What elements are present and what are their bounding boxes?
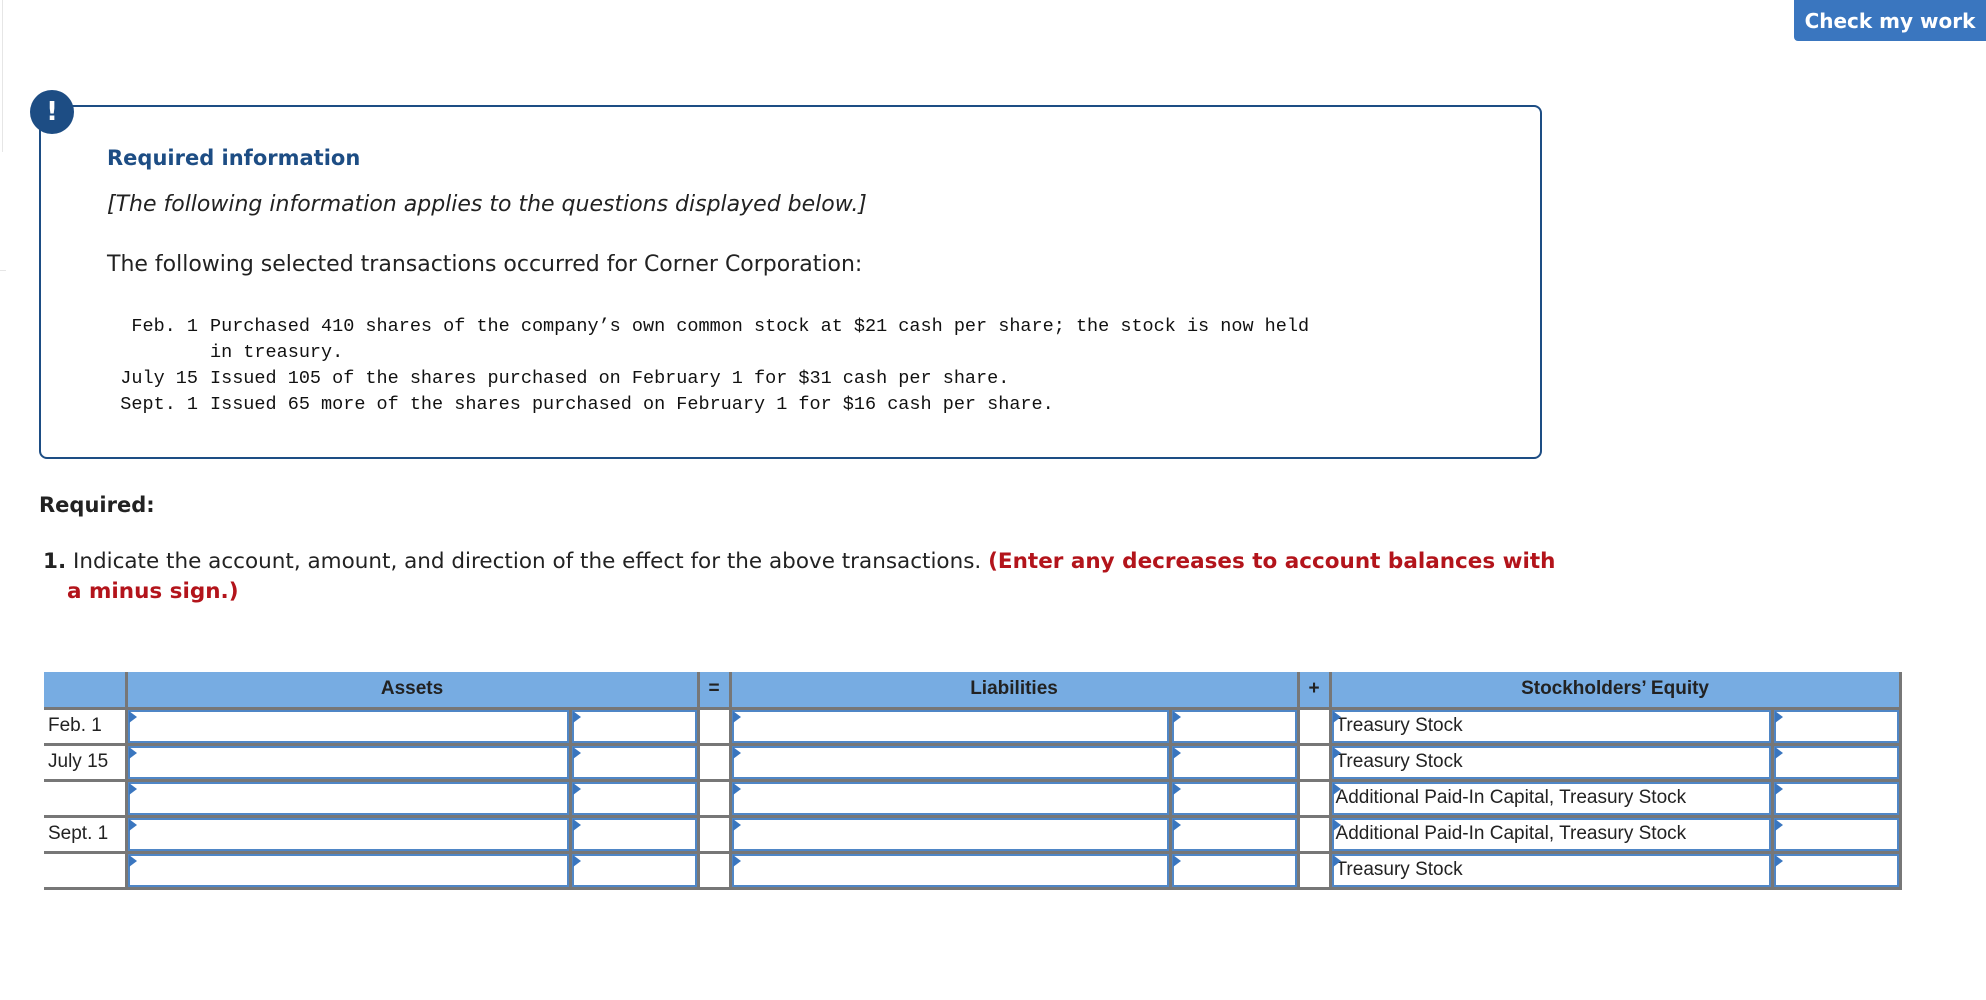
- equity-account-select[interactable]: Additional Paid-In Capital, Treasury Sto…: [1331, 781, 1771, 815]
- transaction-description: Issued 105 of the shares purchased on Fe…: [210, 368, 1010, 389]
- row-date: [44, 780, 126, 818]
- equity-account-select[interactable]: Treasury Stock: [1331, 853, 1771, 887]
- equity-account-select[interactable]: Treasury Stock: [1331, 745, 1771, 779]
- table-header-row: Assets = Liabilities + Stockholders’ Equ…: [44, 672, 1902, 710]
- required-heading: Required:: [39, 493, 155, 517]
- liability-amount-input[interactable]: [1171, 853, 1297, 887]
- asset-amount-input[interactable]: [571, 853, 697, 887]
- transaction-row: Sept. 1 Issued 65 more of the shares pur…: [108, 392, 1309, 418]
- equals-spacer: [696, 852, 731, 890]
- transaction-description: Purchased 410 shares of the company’s ow…: [210, 316, 1310, 337]
- equity-amount-input[interactable]: [1773, 709, 1899, 743]
- transaction-date: [108, 340, 210, 366]
- equals-spacer: [696, 744, 731, 782]
- liability-account-select[interactable]: [731, 853, 1169, 887]
- stockholders-equity-header: Stockholders’ Equity: [1328, 672, 1902, 710]
- equals-sign: =: [696, 672, 732, 710]
- asset-amount-input[interactable]: [571, 817, 697, 851]
- equals-spacer: [696, 708, 731, 746]
- plus-spacer: [1296, 852, 1331, 890]
- liability-account-select[interactable]: [731, 781, 1169, 815]
- info-title: Required information: [107, 146, 361, 170]
- asset-account-select[interactable]: [127, 853, 569, 887]
- equals-spacer: [696, 780, 731, 818]
- transaction-row: in treasury.: [108, 340, 1309, 366]
- liability-amount-input[interactable]: [1171, 709, 1297, 743]
- question-instruction: (Enter any decreases to account balances…: [988, 549, 1556, 574]
- liability-amount-input[interactable]: [1171, 781, 1297, 815]
- side-panel-divider: [0, 270, 6, 271]
- transaction-date: Sept. 1: [120, 394, 198, 415]
- asset-account-select[interactable]: [127, 709, 569, 743]
- transaction-description: in treasury.: [210, 342, 344, 363]
- plus-spacer: [1296, 744, 1331, 782]
- date-column-header: [44, 672, 128, 710]
- row-date: Feb. 1: [44, 708, 126, 746]
- info-intro: The following selected transactions occu…: [107, 252, 863, 277]
- row-date: Sept. 1: [44, 816, 126, 854]
- transaction-date: Feb. 1: [131, 316, 198, 337]
- question-text: Indicate the account, amount, and direct…: [66, 549, 989, 574]
- question-1: 1. Indicate the account, amount, and dir…: [43, 547, 1563, 607]
- asset-account-select[interactable]: [127, 745, 569, 779]
- liability-account-select[interactable]: [731, 709, 1169, 743]
- row-date: July 15: [44, 744, 126, 782]
- liability-amount-input[interactable]: [1171, 745, 1297, 779]
- plus-spacer: [1296, 816, 1331, 854]
- transaction-row: July 15 Issued 105 of the shares purchas…: [108, 366, 1309, 392]
- equity-amount-input[interactable]: [1773, 817, 1899, 851]
- info-note: [The following information applies to th…: [107, 192, 867, 217]
- transaction-description: Issued 65 more of the shares purchased o…: [210, 394, 1054, 415]
- side-panel-edge: [0, 0, 3, 152]
- assets-header: Assets: [124, 672, 700, 710]
- asset-account-select[interactable]: [127, 817, 569, 851]
- equity-amount-input[interactable]: [1773, 781, 1899, 815]
- asset-amount-input[interactable]: [571, 781, 697, 815]
- equals-spacer: [696, 816, 731, 854]
- asset-account-select[interactable]: [127, 781, 569, 815]
- equity-account-select[interactable]: Treasury Stock: [1331, 709, 1771, 743]
- table-row: Treasury Stock: [44, 852, 1902, 890]
- equity-amount-input[interactable]: [1773, 853, 1899, 887]
- alert-exclamation-icon: !: [30, 90, 74, 134]
- equity-amount-input[interactable]: [1773, 745, 1899, 779]
- table-row: Additional Paid-In Capital, Treasury Sto…: [44, 780, 1902, 818]
- liability-account-select[interactable]: [731, 745, 1169, 779]
- transaction-row: Feb. 1 Purchased 410 shares of the compa…: [108, 314, 1309, 340]
- plus-sign: +: [1296, 672, 1332, 710]
- liabilities-header: Liabilities: [728, 672, 1300, 710]
- check-my-work-button[interactable]: Check my work: [1794, 0, 1986, 41]
- question-instruction-cont: a minus sign.): [67, 579, 239, 604]
- accounting-equation-table: Assets = Liabilities + Stockholders’ Equ…: [44, 672, 1902, 890]
- question-number: 1.: [43, 549, 67, 574]
- row-date: [44, 852, 126, 890]
- asset-amount-input[interactable]: [571, 745, 697, 779]
- equity-account-select[interactable]: Additional Paid-In Capital, Treasury Sto…: [1331, 817, 1771, 851]
- table-row: July 15 Treasury Stock: [44, 744, 1902, 782]
- plus-spacer: [1296, 708, 1331, 746]
- transaction-date: July 15: [120, 368, 198, 389]
- table-row: Sept. 1 Additional Paid-In Capital, Trea…: [44, 816, 1902, 854]
- liability-account-select[interactable]: [731, 817, 1169, 851]
- asset-amount-input[interactable]: [571, 709, 697, 743]
- transaction-list: Feb. 1 Purchased 410 shares of the compa…: [108, 314, 1309, 418]
- liability-amount-input[interactable]: [1171, 817, 1297, 851]
- table-row: Feb. 1 Treasury Stock: [44, 708, 1902, 746]
- plus-spacer: [1296, 780, 1331, 818]
